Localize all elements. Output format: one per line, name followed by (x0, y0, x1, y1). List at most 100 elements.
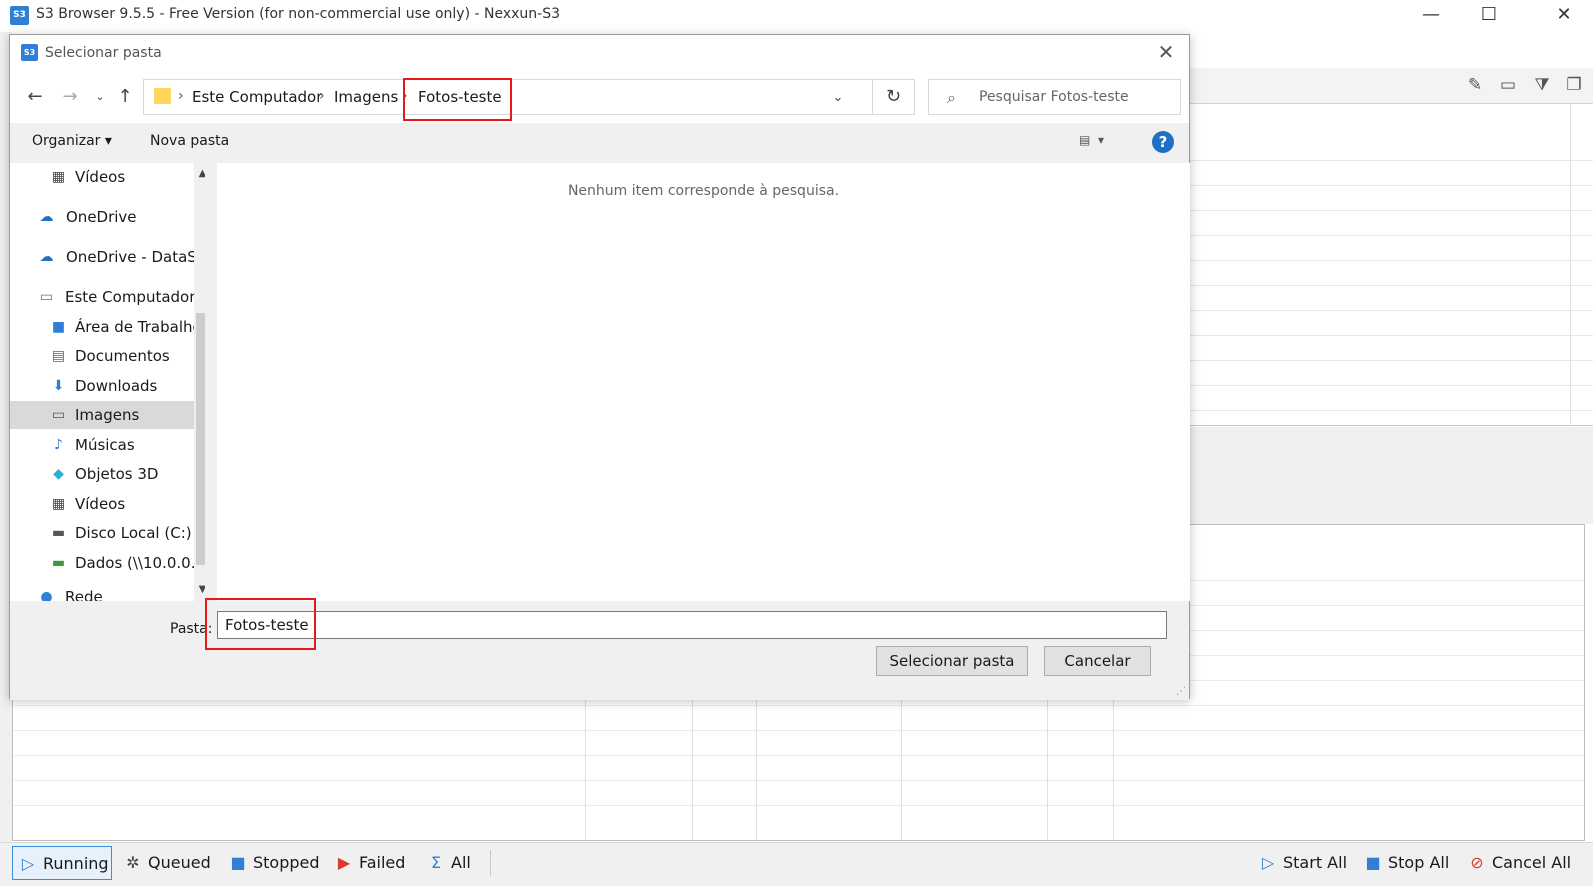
nav-item-onedrive[interactable]: ☁ OneDrive (10, 203, 195, 231)
grid-line (1188, 235, 1593, 236)
nav-item-label: Disco Local (C:) (75, 524, 192, 542)
organize-menu-button[interactable]: Organizar ▾ (32, 133, 112, 149)
network-drive-icon: ▬ (51, 555, 66, 571)
edit-pencil-icon[interactable]: ✎ (1464, 74, 1486, 96)
nav-item-disco-local[interactable]: ▬ Disco Local (C:) (10, 519, 195, 547)
tab-area (1188, 427, 1593, 524)
dialog-footer: Pasta: Selecionar pasta Cancelar ⋰ (10, 601, 1189, 700)
statusbar-divider (490, 850, 491, 876)
music-note-icon: ♪ (54, 437, 63, 453)
stop-square-icon: ■ (230, 853, 246, 872)
nav-item-rede[interactable]: ● Rede (10, 583, 195, 601)
nav-item-onedrive-datasafe[interactable]: ☁ OneDrive - DataSafe (10, 243, 196, 271)
resize-grip-icon[interactable]: ⋰ (1176, 686, 1186, 697)
nav-item-label: OneDrive - DataSafe (66, 248, 195, 266)
scrollbar-thumb[interactable] (196, 313, 205, 565)
running-tab[interactable]: ▷ Running (12, 846, 112, 880)
nav-item-musicas[interactable]: ♪ Músicas (10, 431, 195, 459)
queued-tab[interactable]: ✲ Queued (124, 846, 211, 880)
desktop-icon: ■ (51, 319, 66, 335)
navigation-bar: ← → ⌄ ↑ › Este Computador › Imagens › Fo… (10, 71, 1189, 123)
nav-item-este-computador[interactable]: ▭ Este Computador (10, 283, 195, 311)
nav-item-label: Área de Trabalho (75, 318, 195, 336)
dialog-title: Selecionar pasta (45, 45, 162, 61)
grid-line (1188, 285, 1593, 286)
cube-icon: ◆ (53, 466, 64, 482)
nav-item-area-de-trabalho[interactable]: ■ Área de Trabalho (10, 313, 195, 341)
folder-name-input[interactable] (217, 611, 1167, 639)
s3-browser-icon: S3 (10, 6, 29, 25)
help-icon[interactable]: ? (1152, 131, 1174, 153)
failed-label: Failed (359, 853, 406, 872)
sigma-icon: Σ (430, 853, 442, 872)
network-icon: ● (40, 589, 53, 601)
spinner-icon: ✲ (126, 853, 140, 872)
cancel-all-button[interactable]: ⊘ Cancel All (1468, 846, 1571, 880)
new-folder-button[interactable]: Nova pasta (150, 133, 229, 149)
nav-item-dados[interactable]: ▬ Dados (\\10.0.0.2) (10, 549, 195, 577)
back-arrow-icon[interactable]: ← (23, 85, 47, 109)
navigation-pane: ▦ Vídeos ☁ OneDrive ☁ OneDrive - DataSaf… (10, 163, 205, 601)
search-box[interactable]: ⌕ Pesquisar Fotos-teste (928, 79, 1181, 115)
column-separator (1570, 104, 1571, 426)
grid-line (1188, 410, 1593, 411)
all-tab[interactable]: Σ All (427, 846, 471, 880)
nav-item-imagens[interactable]: ▭ Imagens (10, 401, 195, 429)
all-label: All (451, 853, 471, 872)
download-arrow-icon: ⬇ (52, 378, 65, 394)
start-all-button[interactable]: ▷ Start All (1259, 846, 1347, 880)
search-placeholder: Pesquisar Fotos-teste (979, 89, 1129, 105)
refresh-button[interactable]: ↻ (873, 79, 915, 115)
select-folder-button[interactable]: Selecionar pasta (876, 646, 1028, 676)
drive-icon: ▬ (51, 525, 66, 541)
close-window-button[interactable]: ✕ (1535, 0, 1593, 32)
play-icon: ▷ (21, 854, 35, 873)
breadcrumb-este-computador[interactable]: Este Computador (192, 88, 322, 106)
window-icon[interactable]: ▭ (1497, 74, 1519, 96)
filter-icon[interactable]: ⧩ (1531, 74, 1553, 96)
search-icon: ⌕ (947, 88, 956, 107)
folder-contents-area[interactable]: Nenhum item corresponde à pesquisa. (217, 163, 1190, 601)
dialog-close-button[interactable]: ✕ (1151, 39, 1181, 67)
folder-input-highlight-box (205, 598, 316, 650)
queued-label: Queued (148, 853, 211, 872)
address-dropdown-chevron-icon[interactable]: ⌄ (826, 86, 850, 110)
video-folder-icon: ▦ (51, 496, 66, 512)
nav-item-downloads[interactable]: ⬇ Downloads (10, 372, 195, 400)
maximize-button[interactable]: ☐ (1460, 0, 1518, 32)
up-arrow-icon[interactable]: ↑ (113, 85, 137, 109)
copy-icon[interactable]: ❐ (1563, 74, 1585, 96)
stop-all-button[interactable]: ■ Stop All (1364, 846, 1449, 880)
minimize-button[interactable]: — (1402, 0, 1460, 32)
breadcrumb-highlight-box (403, 78, 512, 121)
nav-item-objetos-3d[interactable]: ◆ Objetos 3D (10, 460, 195, 488)
grid-line (1188, 160, 1593, 161)
stop-all-label: Stop All (1388, 853, 1450, 872)
folder-icon (154, 88, 171, 104)
scroll-down-icon[interactable]: ▼ (194, 581, 205, 599)
scroll-up-icon[interactable]: ▲ (194, 165, 205, 183)
column-separator (901, 700, 902, 840)
recent-locations-chevron-icon[interactable]: ⌄ (88, 85, 112, 109)
documents-icon: ▤ (51, 348, 66, 364)
computer-icon: ▭ (39, 289, 54, 305)
nav-item-label: Vídeos (75, 168, 126, 186)
grid-line (13, 730, 1584, 731)
stop-all-icon: ■ (1365, 853, 1381, 872)
grid-line (13, 805, 1584, 806)
cancel-button[interactable]: Cancelar (1044, 646, 1151, 676)
app-titlebar: S3 S3 Browser 9.5.5 - Free Version (for … (0, 0, 1593, 32)
start-all-icon: ▷ (1261, 853, 1275, 872)
breadcrumb-imagens[interactable]: Imagens (334, 88, 398, 106)
nav-item-videos[interactable]: ▦ Vídeos (10, 163, 195, 191)
view-options-icon[interactable]: ▤ ▾ (1079, 133, 1123, 153)
nav-item-videos-2[interactable]: ▦ Vídeos (10, 490, 195, 518)
nav-item-label: Músicas (75, 436, 135, 454)
forward-arrow-icon[interactable]: → (58, 85, 82, 109)
stopped-tab[interactable]: ■ Stopped (229, 846, 319, 880)
nav-item-documentos[interactable]: ▤ Documentos (10, 342, 195, 370)
failed-arrow-icon: ▶ (337, 853, 351, 872)
video-folder-icon: ▦ (51, 169, 66, 185)
failed-tab[interactable]: ▶ Failed (335, 846, 406, 880)
nav-pane-scrollbar[interactable]: ▲ ▼ (194, 163, 205, 601)
